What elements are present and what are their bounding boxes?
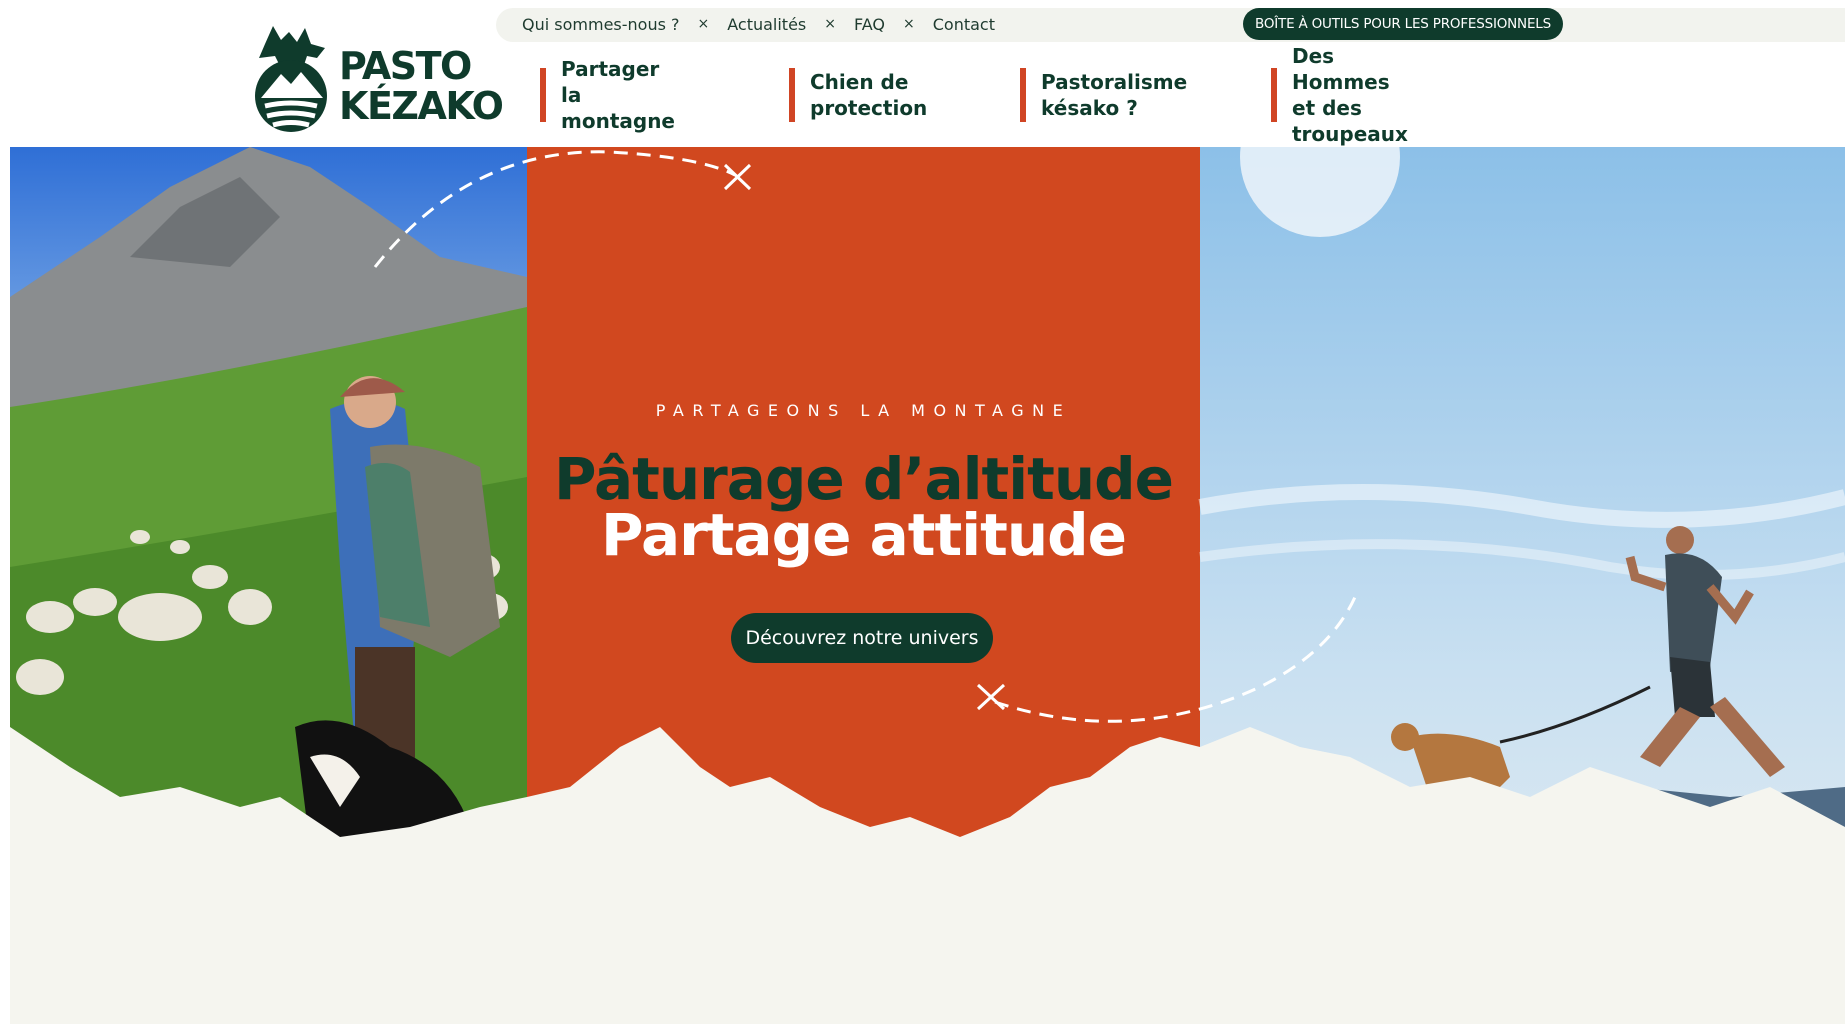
utility-separator-icon: ×	[697, 16, 710, 32]
hero-headline: Pâturage d’altitude	[554, 445, 1174, 513]
nav-item-pastoralisme[interactable]: Pastoralisme késako ?	[1020, 68, 1187, 122]
nav-item-label: Pastoralisme késako ?	[1041, 70, 1188, 120]
nav-item-hommes-troupeaux[interactable]: Des Hommes et des troupeaux	[1271, 44, 1408, 146]
utility-link-news[interactable]: Actualités	[727, 15, 806, 34]
nav-item-partager-montagne[interactable]: Partager la montagne	[540, 57, 675, 133]
site-logo[interactable]: PASTO KÉZAKO	[245, 18, 504, 138]
nav-item-label: Partager la montagne	[561, 57, 675, 133]
utility-nav: Qui sommes-nous ? × Actualités × FAQ × C…	[522, 0, 995, 48]
pro-toolbox-button[interactable]: BOÎTE À OUTILS POUR LES PROFESSIONNELS	[1243, 8, 1563, 40]
nav-item-label: Chien de protection	[810, 70, 928, 120]
logo-line-1: PASTO	[339, 44, 472, 88]
hero-eyebrow: PARTAGEONS LA MONTAGNE	[655, 401, 1072, 420]
utility-separator-icon: ×	[903, 16, 915, 32]
discover-universe-button[interactable]: Découvrez notre univers	[731, 613, 993, 663]
utility-separator-icon: ×	[824, 16, 836, 32]
hero-section: PARTAGEONS LA MONTAGNE Pâturage d’altitu…	[10, 147, 1845, 1024]
logo-line-2: KÉZAKO	[339, 84, 504, 128]
hero-artwork	[10, 147, 1845, 1024]
utility-link-faq[interactable]: FAQ	[854, 15, 885, 34]
utility-link-about[interactable]: Qui sommes-nous ?	[522, 15, 680, 34]
logo-wordmark: PASTO KÉZAKO	[339, 44, 504, 128]
hero-subheadline: Partage attitude	[601, 501, 1127, 569]
goat-mountain-logo-icon	[255, 26, 327, 132]
utility-link-contact[interactable]: Contact	[933, 15, 995, 34]
nav-item-label: Des Hommes et des troupeaux	[1292, 44, 1408, 146]
nav-item-chien-protection[interactable]: Chien de protection	[789, 68, 927, 122]
